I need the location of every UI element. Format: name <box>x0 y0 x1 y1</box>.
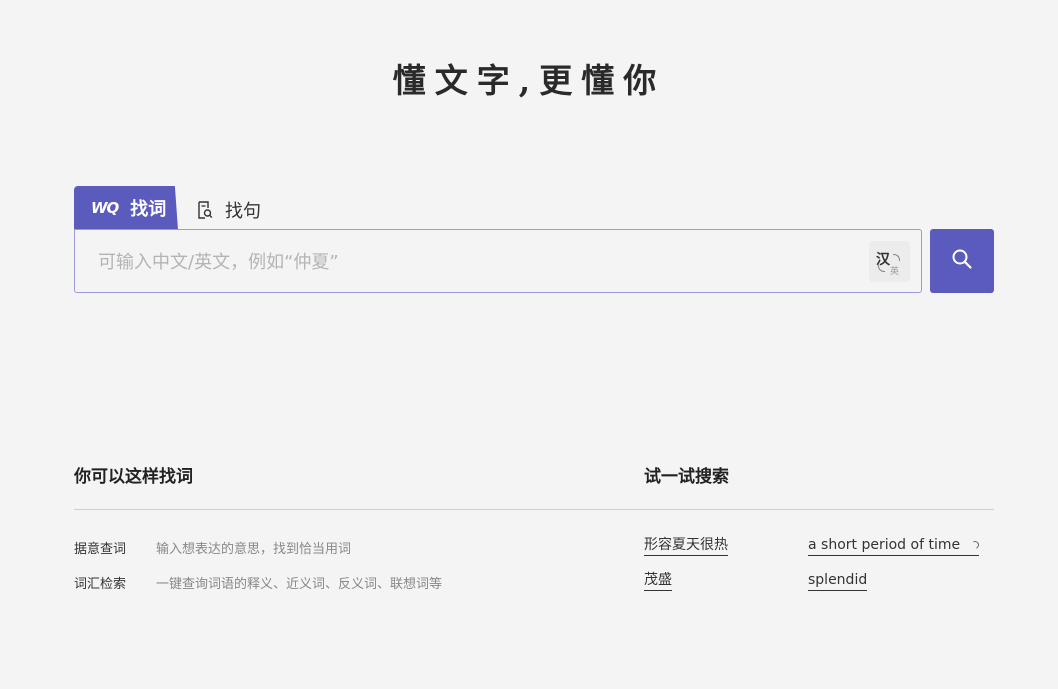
try-search-link[interactable]: splendid <box>808 571 868 591</box>
hint-row: 词汇检索 一键查询词语的释义、近义词、反义词、联想词等 <box>74 573 442 592</box>
swap-language-icon <box>893 254 900 261</box>
tab-find-sentence[interactable]: 找句 <box>197 198 261 222</box>
hint-label: 据意查词 <box>74 542 127 557</box>
tab-find-word-label: 找词 <box>130 199 167 220</box>
search-icon <box>951 248 973 274</box>
try-search-text: a short period of time <box>808 537 961 553</box>
hint-label: 词汇检索 <box>74 577 127 592</box>
language-toggle-button[interactable]: 汉 英 <box>869 241 910 282</box>
search-input[interactable] <box>98 248 858 276</box>
tab-find-word[interactable]: WQ 找词 <box>74 186 178 230</box>
loading-spinner-icon <box>969 539 981 551</box>
wq-logo-icon: WQ <box>91 199 119 217</box>
hint-description: 一键查询词语的释义、近义词、反义词、联想词等 <box>156 577 443 592</box>
try-search-link[interactable]: 茂盛 <box>644 571 672 591</box>
language-secondary-label: 英 <box>890 267 900 277</box>
search-box: 汉 英 <box>74 229 922 293</box>
try-search-link[interactable]: a short period of time <box>808 536 981 556</box>
page-slogan: 懂文字,更懂你 <box>392 61 666 100</box>
try-search-title: 试一试搜索 <box>644 467 729 487</box>
section-divider <box>74 509 994 510</box>
tab-find-sentence-label: 找句 <box>225 201 261 222</box>
document-search-icon <box>197 201 213 219</box>
hints-title: 你可以这样找词 <box>74 467 193 487</box>
swap-language-icon-lower <box>878 265 885 272</box>
try-search-text: splendid <box>808 572 868 588</box>
try-search-link[interactable]: 形容夏天很热 <box>644 536 728 556</box>
try-search-text: 形容夏天很热 <box>644 537 728 553</box>
try-search-text: 茂盛 <box>644 572 672 588</box>
hint-description: 输入想表达的意思，找到恰当用词 <box>156 542 352 557</box>
search-button[interactable] <box>930 229 994 293</box>
hint-row: 据意查词 输入想表达的意思，找到恰当用词 <box>74 538 351 557</box>
